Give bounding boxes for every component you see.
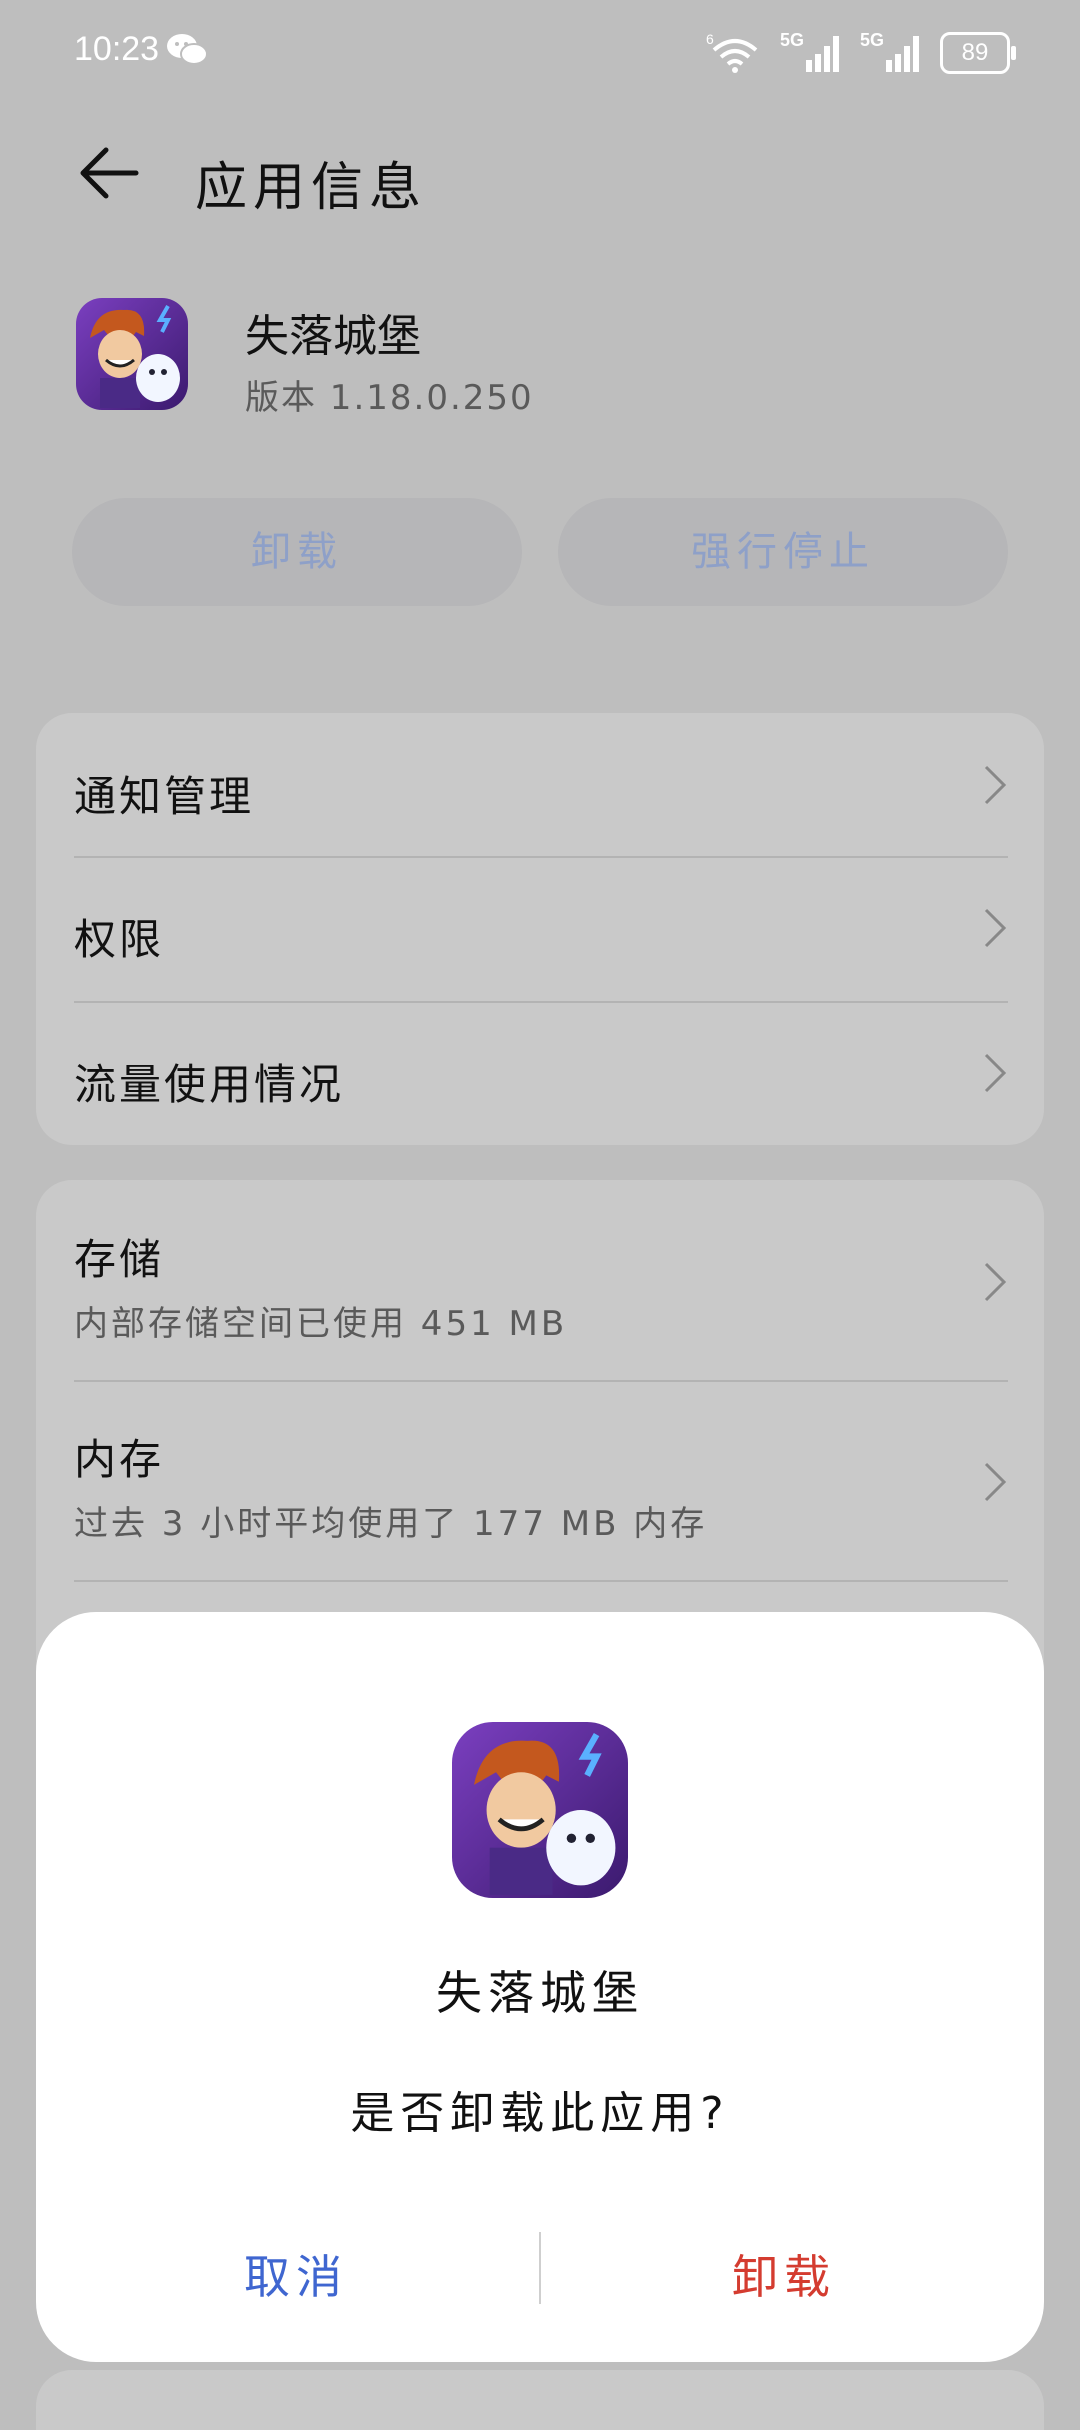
row-label: 通知管理 — [74, 772, 255, 821]
signal-icon-1: 5G — [780, 30, 844, 74]
status-icons: 6 5G 5G 89 — [706, 26, 1016, 74]
status-time: 10:23 — [74, 30, 160, 68]
divider — [74, 1580, 1008, 1582]
row-subtitle: 过去 3 小时平均使用了 177 MB 内存 — [74, 1504, 708, 1544]
bottom-card-peek — [36, 2370, 1044, 2430]
signal-icon-2: 5G — [860, 30, 924, 74]
notification-management-row[interactable]: 通知管理 — [74, 713, 1008, 857]
row-label: 权限 — [74, 915, 165, 964]
uninstall-button[interactable]: 卸载 — [72, 498, 522, 606]
app-icon — [76, 298, 188, 410]
button-separator — [539, 2232, 541, 2304]
row-label: 存储 — [74, 1235, 165, 1284]
app-version: 版本 1.18.0.250 — [245, 378, 534, 418]
dialog-app-name: 失落城堡 — [436, 1966, 644, 2020]
app-name: 失落城堡 — [245, 311, 421, 362]
status-bar: 10:23 6 5G 5G 89 — [0, 0, 1080, 100]
chevron-right-icon — [984, 1262, 1007, 1302]
battery-icon: 89 — [940, 32, 1016, 74]
chevron-right-icon — [984, 765, 1007, 805]
page-title: 应用信息 — [195, 158, 428, 218]
wifi-icon: 6 — [706, 31, 758, 73]
storage-row[interactable]: 存储 内部存储空间已使用 451 MB — [74, 1180, 1008, 1380]
app-icon — [452, 1722, 628, 1898]
row-label: 内存 — [74, 1435, 165, 1484]
row-subtitle: 内部存储空间已使用 451 MB — [74, 1304, 568, 1344]
wechat-icon — [167, 34, 208, 65]
back-arrow-icon[interactable] — [76, 140, 142, 206]
chevron-right-icon — [984, 908, 1007, 948]
memory-row[interactable]: 内存 过去 3 小时平均使用了 177 MB 内存 — [74, 1382, 1008, 1582]
uninstall-dialog: 失落城堡 是否卸载此应用? 取消 卸载 — [36, 1612, 1044, 2362]
chevron-right-icon — [984, 1462, 1007, 1502]
wifi-tag: 6 — [706, 31, 714, 47]
data-usage-row[interactable]: 流量使用情况 — [74, 1003, 1008, 1145]
chevron-right-icon — [984, 1053, 1007, 1093]
confirm-uninstall-button[interactable]: 卸载 — [554, 2232, 1014, 2322]
dialog-question: 是否卸载此应用? — [350, 2088, 730, 2139]
cancel-button[interactable]: 取消 — [66, 2232, 526, 2322]
force-stop-button[interactable]: 强行停止 — [558, 498, 1008, 606]
permissions-row[interactable]: 权限 — [74, 858, 1008, 1002]
row-label: 流量使用情况 — [74, 1060, 345, 1109]
settings-card-1: 通知管理 权限 流量使用情况 — [36, 713, 1044, 1145]
